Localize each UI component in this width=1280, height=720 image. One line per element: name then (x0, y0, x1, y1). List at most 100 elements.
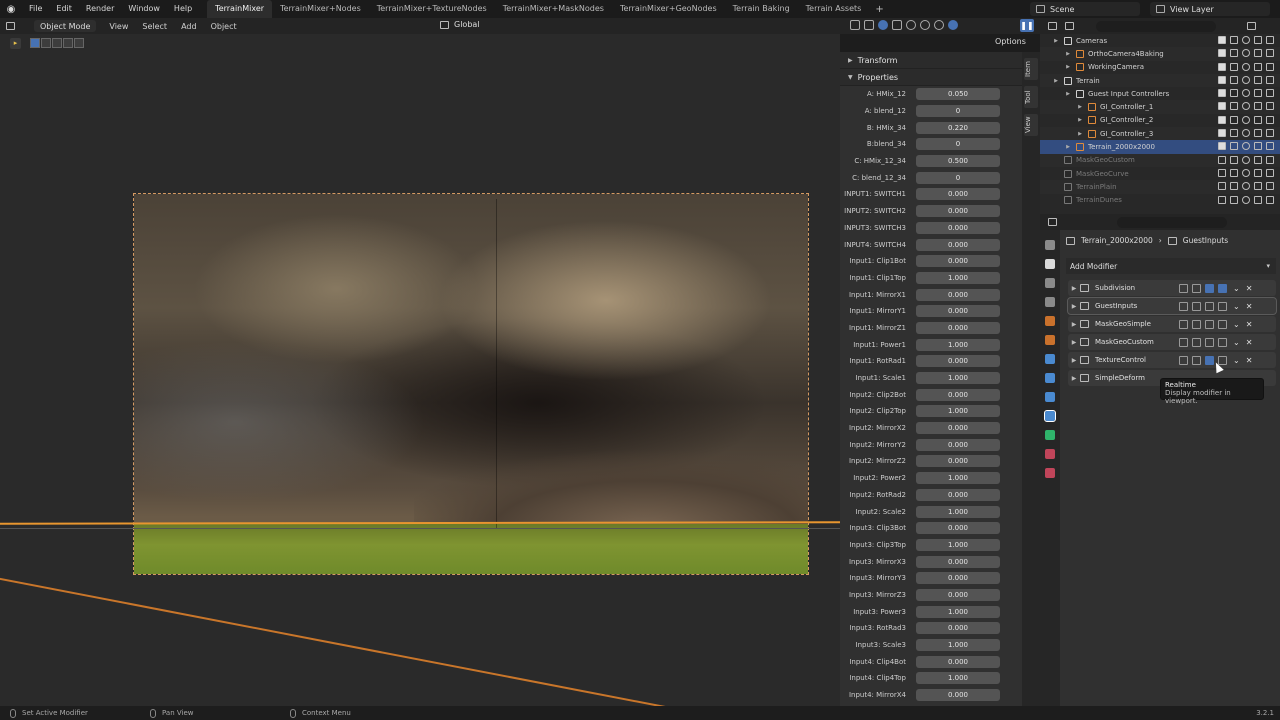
exclude-checkbox[interactable] (1218, 75, 1226, 84)
edit-mode-icon[interactable] (1192, 283, 1201, 293)
render-icon[interactable] (1218, 301, 1227, 311)
select-toggle-icon[interactable] (1230, 102, 1238, 111)
outliner-editor-icon[interactable] (1048, 22, 1057, 30)
properties-tab-icon[interactable] (1045, 392, 1055, 402)
overlay-icon[interactable] (878, 20, 888, 30)
expand-arrow-icon[interactable]: ▶ (1068, 321, 1080, 328)
eye-icon[interactable] (1242, 36, 1250, 44)
property-value-field[interactable]: 0.000 (916, 455, 1000, 468)
property-value-field[interactable]: 0.000 (916, 188, 1000, 201)
select-toggle-icon[interactable] (1230, 142, 1238, 151)
viewport-menu-select[interactable]: Select (135, 22, 174, 31)
properties-tab-icon[interactable] (1045, 468, 1055, 478)
edit-mode-icon[interactable] (1192, 337, 1201, 347)
camera-render-icon[interactable] (1266, 89, 1274, 98)
camera-render-icon[interactable] (1266, 142, 1274, 151)
blender-logo-icon[interactable]: ◉ (0, 4, 22, 15)
filter-icon[interactable] (1247, 22, 1256, 30)
select-invert-icon[interactable] (63, 38, 73, 48)
viewport-menu-view[interactable]: View (102, 22, 135, 31)
tab-terrain-baking[interactable]: Terrain Baking (725, 0, 798, 18)
solid-shading-icon[interactable] (920, 20, 930, 30)
select-intersect-icon[interactable] (74, 38, 84, 48)
dropdown-icon[interactable]: ⌄ (1233, 356, 1240, 365)
edit-mode-icon[interactable] (1192, 301, 1201, 311)
on-cage-icon[interactable] (1179, 301, 1188, 311)
realtime-icon[interactable] (1205, 319, 1214, 329)
select-toggle-icon[interactable] (1230, 115, 1238, 124)
render-icon[interactable] (1218, 319, 1227, 329)
monitor-icon[interactable] (1254, 155, 1262, 164)
property-value-field[interactable]: 0 (916, 105, 1000, 118)
sidebar-tab-tool[interactable]: Tool (1024, 86, 1038, 108)
expand-arrow-icon[interactable]: ▶ (1052, 78, 1060, 84)
property-value-field[interactable]: 1.000 (916, 538, 1000, 551)
viewport-menu-add[interactable]: Add (174, 22, 204, 31)
outliner-item[interactable]: TerrainPlain (1040, 180, 1280, 194)
expand-arrow-icon[interactable]: ▶ (1068, 285, 1080, 292)
monitor-icon[interactable] (1254, 142, 1262, 151)
sidebar-tab-view[interactable]: View (1024, 114, 1038, 136)
dropdown-icon[interactable]: ⌄ (1233, 338, 1240, 347)
view-layer-selector[interactable]: View Layer (1150, 2, 1270, 16)
display-mode-icon[interactable] (1065, 22, 1074, 30)
exclude-checkbox[interactable] (1218, 102, 1226, 111)
property-value-field[interactable]: 0.000 (916, 305, 1000, 318)
remove-modifier-icon[interactable]: ✕ (1246, 302, 1253, 311)
select-toggle-icon[interactable] (1230, 155, 1238, 164)
visibility-icon[interactable] (850, 20, 860, 30)
dropdown-icon[interactable]: ⌄ (1233, 284, 1240, 293)
eye-icon[interactable] (1242, 102, 1250, 111)
eye-icon[interactable] (1242, 89, 1250, 98)
on-cage-icon[interactable] (1179, 283, 1188, 293)
menu-help[interactable]: Help (167, 0, 199, 18)
eye-icon[interactable] (1242, 168, 1250, 177)
expand-arrow-icon[interactable]: ▶ (1064, 51, 1072, 57)
render-icon[interactable] (1218, 337, 1227, 347)
realtime-icon[interactable] (1205, 337, 1214, 347)
property-value-field[interactable]: 0.000 (916, 438, 1000, 451)
monitor-icon[interactable] (1254, 75, 1262, 84)
properties-tab-icon[interactable] (1045, 373, 1055, 383)
expand-arrow-icon[interactable]: ▶ (1068, 303, 1080, 310)
properties-tab-icon[interactable] (1045, 240, 1055, 250)
monitor-icon[interactable] (1254, 182, 1262, 191)
property-value-field[interactable]: 1.000 (916, 672, 1000, 685)
remove-modifier-icon[interactable]: ✕ (1246, 320, 1253, 329)
property-value-field[interactable]: 0.000 (916, 205, 1000, 218)
add-modifier-button[interactable]: Add Modifier ▾ (1066, 258, 1276, 274)
exclude-checkbox[interactable] (1218, 155, 1226, 164)
expand-arrow-icon[interactable]: ▶ (1076, 104, 1084, 110)
expand-arrow-icon[interactable]: ▶ (1076, 131, 1084, 137)
property-value-field[interactable]: 0.000 (916, 388, 1000, 401)
menu-file[interactable]: File (22, 0, 49, 18)
exclude-checkbox[interactable] (1218, 182, 1226, 191)
pause-render-button[interactable]: ❚❚ (1020, 19, 1034, 32)
camera-render-icon[interactable] (1266, 168, 1274, 177)
3d-viewport[interactable] (0, 34, 840, 706)
monitor-icon[interactable] (1254, 102, 1262, 111)
modifier-name[interactable]: Subdivision (1095, 284, 1179, 292)
expand-arrow-icon[interactable]: ▶ (1076, 117, 1084, 123)
properties-tab-icon[interactable] (1045, 430, 1055, 440)
select-toggle-icon[interactable] (1230, 168, 1238, 177)
property-value-field[interactable]: 0.000 (916, 572, 1000, 585)
property-value-field[interactable]: 1.000 (916, 605, 1000, 618)
expand-arrow-icon[interactable]: ▶ (1064, 64, 1072, 70)
outliner-item[interactable]: ▶ WorkingCamera (1040, 61, 1280, 74)
exclude-checkbox[interactable] (1218, 142, 1226, 151)
render-icon[interactable] (1218, 283, 1227, 293)
property-value-field[interactable]: 1.000 (916, 505, 1000, 518)
expand-arrow-icon[interactable]: ▶ (1068, 357, 1080, 364)
edit-mode-icon[interactable] (1192, 355, 1201, 365)
exclude-checkbox[interactable] (1218, 195, 1226, 204)
property-value-field[interactable]: 1.000 (916, 372, 1000, 385)
monitor-icon[interactable] (1254, 115, 1262, 124)
select-toggle-icon[interactable] (1230, 182, 1238, 191)
modifier-name[interactable]: MaskGeoCustom (1095, 338, 1179, 346)
edit-mode-icon[interactable] (1192, 319, 1201, 329)
gizmo-icon[interactable] (864, 20, 874, 30)
camera-render-icon[interactable] (1266, 49, 1274, 58)
select-new-icon[interactable] (30, 38, 40, 48)
properties-tab-icon[interactable] (1045, 316, 1055, 326)
